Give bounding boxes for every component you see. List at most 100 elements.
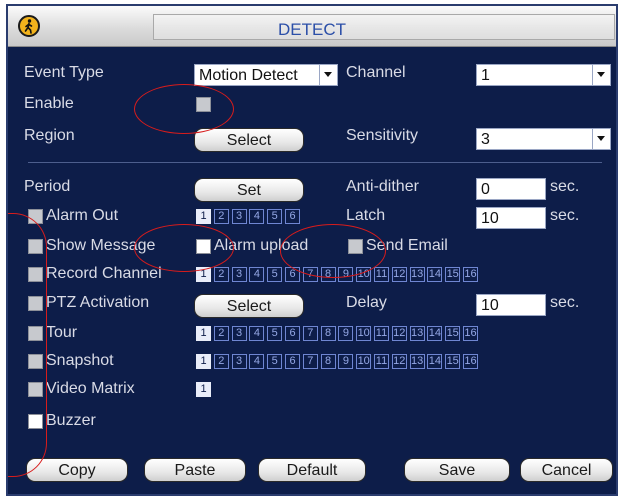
copy-button[interactable]: Copy bbox=[26, 458, 128, 482]
ptz-select-button[interactable]: Select bbox=[194, 294, 304, 318]
alarm-out-checkbox[interactable] bbox=[28, 209, 43, 224]
channel-number-7[interactable]: 7 bbox=[302, 326, 318, 341]
delay-label: Delay bbox=[346, 294, 387, 311]
tour-checkbox[interactable] bbox=[28, 326, 43, 341]
channel-number-10[interactable]: 10 bbox=[356, 326, 372, 341]
channel-number-2[interactable]: 2 bbox=[213, 354, 229, 369]
send-email-checkbox[interactable] bbox=[348, 239, 363, 254]
channel-number-15[interactable]: 15 bbox=[445, 267, 461, 282]
channel-number-3[interactable]: 3 bbox=[231, 326, 247, 341]
channel-number-8[interactable]: 8 bbox=[320, 326, 336, 341]
event-type-value: Motion Detect bbox=[199, 67, 298, 84]
channel-number-6[interactable]: 6 bbox=[285, 326, 300, 341]
chevron-down-icon bbox=[592, 65, 610, 85]
channel-number-9[interactable]: 9 bbox=[338, 354, 354, 369]
cancel-button[interactable]: Cancel bbox=[520, 458, 613, 482]
channel-number-3[interactable]: 3 bbox=[231, 267, 247, 282]
latch-unit: sec. bbox=[550, 207, 580, 224]
channel-number-13[interactable]: 13 bbox=[409, 326, 425, 341]
channel-number-4[interactable]: 4 bbox=[249, 326, 265, 341]
sensitivity-value: 3 bbox=[481, 131, 490, 148]
channel-number-5[interactable]: 5 bbox=[267, 326, 283, 341]
channel-number-4[interactable]: 4 bbox=[249, 354, 265, 369]
channel-number-9[interactable]: 9 bbox=[338, 326, 354, 341]
channel-number-7[interactable]: 7 bbox=[302, 267, 318, 282]
channel-number-12[interactable]: 12 bbox=[391, 267, 407, 282]
paste-button[interactable]: Paste bbox=[144, 458, 246, 482]
channel-number-6[interactable]: 6 bbox=[285, 267, 300, 282]
latch-label: Latch bbox=[346, 207, 386, 224]
title-bar: DETECT bbox=[8, 6, 616, 47]
channel-number-16[interactable]: 16 bbox=[463, 354, 478, 369]
default-button[interactable]: Default bbox=[258, 458, 366, 482]
channel-number-3[interactable]: 3 bbox=[231, 209, 247, 224]
ptz-activation-checkbox[interactable] bbox=[28, 296, 43, 311]
channel-number-5[interactable]: 5 bbox=[267, 267, 283, 282]
save-button[interactable]: Save bbox=[404, 458, 510, 482]
channel-number-14[interactable]: 14 bbox=[427, 267, 443, 282]
channel-number-1[interactable]: 1 bbox=[196, 354, 211, 369]
region-select-button[interactable]: Select bbox=[194, 128, 304, 152]
channel-number-2[interactable]: 2 bbox=[213, 209, 229, 224]
channel-number-13[interactable]: 13 bbox=[409, 354, 425, 369]
chevron-down-icon bbox=[319, 65, 337, 85]
video-matrix-checkbox[interactable] bbox=[28, 382, 43, 397]
channel-number-4[interactable]: 4 bbox=[249, 209, 265, 224]
channel-number-6[interactable]: 6 bbox=[285, 209, 300, 224]
channel-number-11[interactable]: 11 bbox=[374, 326, 389, 341]
channel-number-1[interactable]: 1 bbox=[196, 326, 211, 341]
channel-number-8[interactable]: 8 bbox=[320, 267, 336, 282]
channel-number-15[interactable]: 15 bbox=[445, 326, 461, 341]
alarm-upload-checkbox[interactable] bbox=[196, 239, 211, 254]
sensitivity-select[interactable]: 3 bbox=[476, 128, 611, 150]
anti-dither-unit: sec. bbox=[550, 178, 580, 195]
channel-number-12[interactable]: 12 bbox=[391, 354, 407, 369]
send-email-label: Send Email bbox=[366, 237, 448, 254]
detect-window: DETECT Event Type Motion Detect Channel … bbox=[6, 4, 618, 496]
channel-number-1[interactable]: 1 bbox=[196, 382, 211, 397]
channel-number-5[interactable]: 5 bbox=[267, 209, 283, 224]
channel-number-12[interactable]: 12 bbox=[391, 326, 407, 341]
channel-number-13[interactable]: 13 bbox=[409, 267, 425, 282]
buzzer-checkbox[interactable] bbox=[28, 414, 43, 429]
record-channel-label: Record Channel bbox=[46, 265, 162, 282]
snapshot-checkbox[interactable] bbox=[28, 354, 43, 369]
period-label: Period bbox=[24, 178, 71, 195]
enable-checkbox[interactable] bbox=[196, 97, 211, 112]
channel-number-8[interactable]: 8 bbox=[320, 354, 336, 369]
snapshot-label: Snapshot bbox=[46, 352, 114, 369]
channel-number-15[interactable]: 15 bbox=[445, 354, 461, 369]
channel-number-2[interactable]: 2 bbox=[213, 267, 229, 282]
channel-number-6[interactable]: 6 bbox=[285, 354, 300, 369]
region-label: Region bbox=[24, 127, 75, 144]
show-message-checkbox[interactable] bbox=[28, 239, 43, 254]
latch-input[interactable]: 10 bbox=[476, 207, 546, 229]
window-title: DETECT bbox=[278, 20, 346, 39]
record-channel-checkbox[interactable] bbox=[28, 267, 43, 282]
event-type-select[interactable]: Motion Detect bbox=[194, 64, 338, 86]
channel-number-16[interactable]: 16 bbox=[463, 267, 478, 282]
delay-input[interactable]: 10 bbox=[476, 294, 546, 316]
channel-number-11[interactable]: 11 bbox=[374, 267, 389, 282]
channel-number-1[interactable]: 1 bbox=[196, 209, 211, 224]
channel-number-14[interactable]: 14 bbox=[427, 326, 443, 341]
channel-label: Channel bbox=[346, 64, 406, 81]
channel-number-7[interactable]: 7 bbox=[302, 354, 318, 369]
channel-number-14[interactable]: 14 bbox=[427, 354, 443, 369]
delay-unit: sec. bbox=[550, 294, 580, 311]
channel-number-4[interactable]: 4 bbox=[249, 267, 265, 282]
channel-number-16[interactable]: 16 bbox=[463, 326, 478, 341]
channel-number-10[interactable]: 10 bbox=[356, 354, 372, 369]
channel-number-2[interactable]: 2 bbox=[213, 326, 229, 341]
channel-number-10[interactable]: 10 bbox=[356, 267, 372, 282]
channel-number-9[interactable]: 9 bbox=[338, 267, 354, 282]
channel-number-11[interactable]: 11 bbox=[374, 354, 389, 369]
channel-number-1[interactable]: 1 bbox=[196, 267, 211, 282]
channel-number-5[interactable]: 5 bbox=[267, 354, 283, 369]
period-set-button[interactable]: Set bbox=[194, 178, 304, 202]
anti-dither-label: Anti-dither bbox=[346, 178, 419, 195]
anti-dither-input[interactable]: 0 bbox=[476, 178, 546, 200]
buzzer-label: Buzzer bbox=[46, 412, 96, 429]
channel-number-3[interactable]: 3 bbox=[231, 354, 247, 369]
channel-select[interactable]: 1 bbox=[476, 64, 611, 86]
